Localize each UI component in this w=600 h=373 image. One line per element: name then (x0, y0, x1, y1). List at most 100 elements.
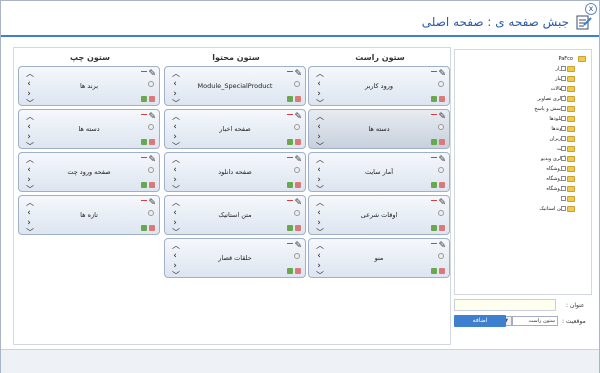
arrow-left-right-icon[interactable]: ‹ › (23, 165, 37, 185)
expand-icon[interactable] (561, 96, 566, 101)
arrow-left-right-icon[interactable]: ‹ › (23, 122, 37, 142)
arrow-up-icon[interactable]: ︿ (169, 198, 183, 208)
arrow-left-right-icon[interactable]: ‹ › (313, 165, 327, 185)
expand-icon[interactable] (561, 156, 566, 161)
settings-icon[interactable] (148, 81, 154, 87)
arrow-down-icon[interactable]: ﹀ (313, 185, 327, 195)
tree-item[interactable]: اخبار (459, 74, 587, 84)
expand-icon[interactable] (561, 196, 566, 201)
move-arrows[interactable]: ︿ ‹ › ﹀ (169, 155, 183, 194)
edit-icon[interactable]: ✎ (294, 112, 302, 122)
arrow-down-icon[interactable]: ﹀ (23, 99, 37, 109)
tree-item[interactable]: پرسش و پاسخ (459, 104, 587, 114)
expand-icon[interactable] (561, 86, 566, 91)
arrow-left-right-icon[interactable]: ‹ › (313, 79, 327, 99)
delete-icon[interactable] (149, 182, 155, 188)
tree-item[interactable]: مقالات (459, 84, 587, 94)
minimize-icon[interactable] (431, 243, 437, 244)
arrow-left-right-icon[interactable]: ‹ › (313, 122, 327, 142)
expand-icon[interactable] (561, 166, 566, 171)
tree-item[interactable]: گالری ویدیو (459, 154, 587, 164)
delete-icon[interactable] (439, 182, 445, 188)
add-icon[interactable] (141, 182, 147, 188)
edit-icon[interactable]: ✎ (148, 112, 156, 122)
module-card[interactable]: ︿ ‹ › ﹀ صفحه ورود چت ✎ (18, 152, 160, 194)
arrow-up-icon[interactable]: ︿ (23, 155, 37, 165)
arrow-up-icon[interactable]: ︿ (313, 112, 327, 122)
add-button[interactable]: اضافه (454, 315, 506, 327)
minimize-icon[interactable] (431, 114, 437, 115)
arrow-left-right-icon[interactable]: ‹ › (23, 79, 37, 99)
add-icon[interactable] (287, 268, 293, 274)
move-arrows[interactable]: ︿ ‹ › ﹀ (169, 241, 183, 280)
arrow-left-right-icon[interactable]: ‹ › (169, 79, 183, 99)
settings-icon[interactable] (148, 167, 154, 173)
expand-icon[interactable] (561, 146, 566, 151)
arrow-up-icon[interactable]: ︿ (23, 112, 37, 122)
move-arrows[interactable]: ︿ ‹ › ﹀ (313, 198, 327, 237)
settings-icon[interactable] (294, 124, 300, 130)
settings-icon[interactable] (438, 81, 444, 87)
add-icon[interactable] (141, 225, 147, 231)
module-card[interactable]: ︿ ‹ › ﹀ منو ✎ (308, 238, 450, 280)
delete-icon[interactable] (295, 182, 301, 188)
add-icon[interactable] (141, 139, 147, 145)
module-card[interactable]: ︿ ‹ › ﹀ ورود کاربر ✎ (308, 66, 450, 108)
settings-icon[interactable] (294, 253, 300, 259)
move-arrows[interactable]: ︿ ‹ › ﹀ (169, 69, 183, 108)
arrow-down-icon[interactable]: ﹀ (169, 99, 183, 109)
minimize-icon[interactable] (141, 157, 147, 158)
arrow-up-icon[interactable]: ︿ (169, 155, 183, 165)
arrow-left-right-icon[interactable]: ‹ › (169, 165, 183, 185)
move-arrows[interactable]: ︿ ‹ › ﹀ (23, 198, 37, 237)
add-icon[interactable] (287, 139, 293, 145)
edit-icon[interactable]: ✎ (148, 198, 156, 208)
minimize-icon[interactable] (287, 243, 293, 244)
move-arrows[interactable]: ︿ ‹ › ﹀ (313, 69, 327, 108)
minimize-icon[interactable] (287, 114, 293, 115)
module-card[interactable]: ︿ ‹ › ﹀ متن استاتیک ✎ (164, 195, 306, 238)
move-arrows[interactable]: ︿ ‹ › ﹀ (23, 155, 37, 194)
add-icon[interactable] (431, 268, 437, 274)
add-icon[interactable] (287, 96, 293, 102)
move-arrows[interactable]: ︿ ‹ › ﹀ (313, 155, 327, 194)
delete-icon[interactable] (149, 225, 155, 231)
delete-icon[interactable] (149, 96, 155, 102)
tree-item[interactable]: 2 (459, 194, 587, 204)
module-card[interactable]: ︿ ‹ › ﹀ صفحه اخبار ✎ (164, 109, 306, 151)
minimize-icon[interactable] (141, 200, 147, 201)
edit-icon[interactable]: ✎ (438, 112, 446, 122)
arrow-left-right-icon[interactable]: ‹ › (169, 251, 183, 271)
minimize-icon[interactable] (141, 71, 147, 72)
arrow-down-icon[interactable]: ﹀ (169, 228, 183, 238)
edit-icon[interactable]: ✎ (148, 155, 156, 165)
module-card[interactable]: ︿ ‹ › ﹀ برند ها ✎ (18, 66, 160, 109)
move-arrows[interactable]: ︿ ‹ › ﹀ (169, 112, 183, 151)
arrow-down-icon[interactable]: ﹀ (23, 228, 37, 238)
arrow-down-icon[interactable]: ﹀ (23, 142, 37, 152)
arrow-up-icon[interactable]: ︿ (23, 198, 37, 208)
settings-icon[interactable] (294, 210, 300, 216)
delete-icon[interactable] (149, 139, 155, 145)
add-icon[interactable] (431, 182, 437, 188)
delete-icon[interactable] (439, 268, 445, 274)
module-card[interactable]: ︿ ‹ › ﹀ صفحه دانلود ✎ (164, 152, 306, 194)
minimize-icon[interactable] (287, 157, 293, 158)
minimize-icon[interactable] (141, 114, 147, 115)
arrow-down-icon[interactable]: ﹀ (313, 228, 327, 238)
expand-icon[interactable] (561, 66, 566, 71)
delete-icon[interactable] (439, 139, 445, 145)
edit-icon[interactable]: ✎ (438, 69, 446, 79)
tree-item[interactable]: پیوندها (459, 124, 587, 134)
tree-item[interactable]: کاربران (459, 134, 587, 144)
edit-icon[interactable]: ✎ (294, 241, 302, 251)
delete-icon[interactable] (439, 225, 445, 231)
arrow-down-icon[interactable]: ﹀ (169, 185, 183, 195)
add-icon[interactable] (431, 225, 437, 231)
arrow-down-icon[interactable]: ﹀ (169, 142, 183, 152)
settings-icon[interactable] (294, 167, 300, 173)
module-card[interactable]: ︿ ‹ › ﹀ دسته ها ✎ (308, 109, 450, 151)
edit-icon[interactable]: ✎ (294, 155, 302, 165)
tree-item[interactable]: فروشگاه (459, 164, 587, 174)
settings-icon[interactable] (438, 167, 444, 173)
